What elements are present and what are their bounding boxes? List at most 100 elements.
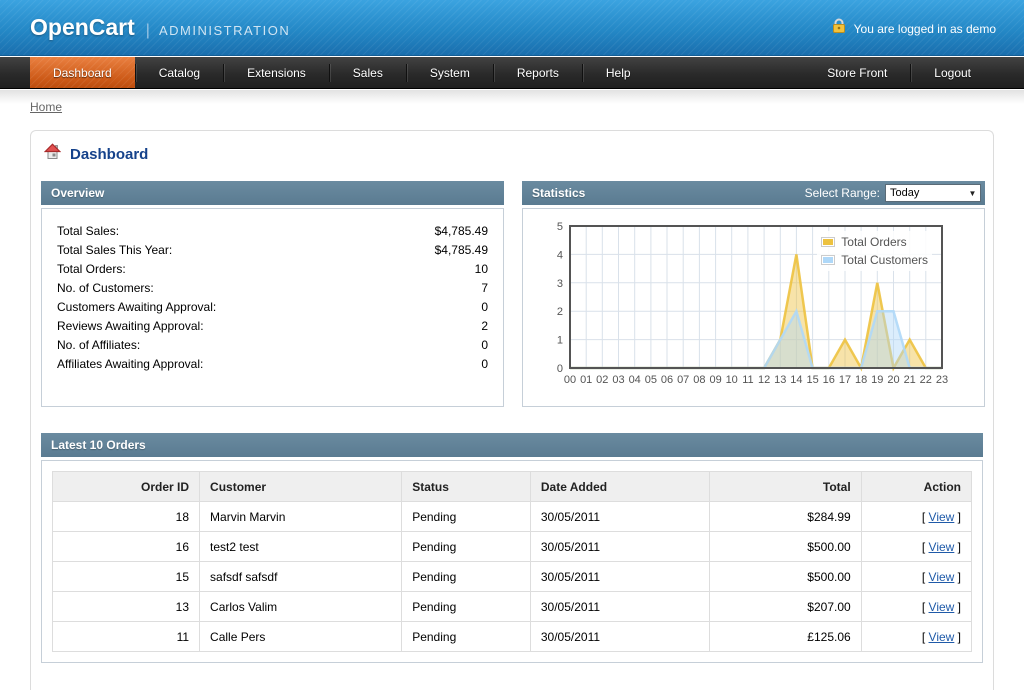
cell-order-id: 13 <box>53 592 200 622</box>
overview-row-label: Total Orders: <box>57 260 126 279</box>
nav-item-system[interactable]: System <box>407 57 493 88</box>
cell-order-id: 18 <box>53 502 200 532</box>
svg-text:2: 2 <box>557 306 563 318</box>
padlock-icon <box>831 18 847 39</box>
select-range-control: Select Range: Today ▼ <box>805 184 985 202</box>
logo-text: OpenCart <box>30 14 135 41</box>
statistics-title: Statistics <box>522 186 585 200</box>
cell-customer: Marvin Marvin <box>200 502 402 532</box>
legend-swatch <box>821 237 835 247</box>
breadcrumb-home-link[interactable]: Home <box>30 100 62 114</box>
nav-item-sales[interactable]: Sales <box>330 57 406 88</box>
latest-orders-panel: Latest 10 Orders Order IDCustomerStatusD… <box>41 433 983 663</box>
cell-customer: test2 test <box>200 532 402 562</box>
orders-table-header-row: Order IDCustomerStatusDate AddedTotalAct… <box>53 472 972 502</box>
cell-customer: Calle Pers <box>200 622 402 652</box>
cell-status: Pending <box>402 592 531 622</box>
view-order-link[interactable]: View <box>929 540 955 554</box>
view-order-link[interactable]: View <box>929 630 955 644</box>
chart-legend: Total OrdersTotal Customers <box>817 231 932 271</box>
overview-row-label: Customers Awaiting Approval: <box>57 298 216 317</box>
orders-table: Order IDCustomerStatusDate AddedTotalAct… <box>52 471 972 652</box>
cell-total: $207.00 <box>710 592 862 622</box>
view-order-link[interactable]: View <box>929 570 955 584</box>
svg-text:01: 01 <box>580 374 592 386</box>
overview-row-label: Affiliates Awaiting Approval: <box>57 355 203 374</box>
svg-text:4: 4 <box>557 249 563 261</box>
cell-total: $500.00 <box>710 562 862 592</box>
column-header-total: Total <box>710 472 862 502</box>
svg-text:05: 05 <box>645 374 657 386</box>
svg-text:07: 07 <box>677 374 689 386</box>
view-order-link[interactable]: View <box>929 600 955 614</box>
nav-item-dashboard[interactable]: Dashboard <box>30 57 135 88</box>
overview-row: Reviews Awaiting Approval:2 <box>42 317 503 336</box>
login-status-text: You are logged in as demo <box>854 22 996 36</box>
cell-date-added: 30/05/2011 <box>530 502 709 532</box>
legend-swatch <box>821 255 835 265</box>
overview-panel-header: Overview <box>41 181 504 205</box>
overview-row: Affiliates Awaiting Approval: 0 <box>42 355 503 374</box>
legend-item-total-customers: Total Customers <box>821 251 928 269</box>
overview-row-label: Total Sales: <box>57 222 119 241</box>
statistics-body: 0001020304050607080910111213141516171819… <box>522 208 985 407</box>
latest-orders-title: Latest 10 Orders <box>41 438 146 452</box>
range-select-dropdown[interactable]: Today ▼ <box>885 184 981 202</box>
content-container: Dashboard Overview Total Sales:$4,785.49… <box>30 130 994 690</box>
overview-panel: Overview Total Sales:$4,785.49Total Sale… <box>41 181 504 407</box>
nav-items: DashboardCatalogExtensionsSalesSystemRep… <box>30 57 654 88</box>
breadcrumb: Home <box>30 100 62 114</box>
table-row: 13Carlos ValimPending30/05/2011$207.00[ … <box>53 592 972 622</box>
nav-item-logout[interactable]: Logout <box>911 57 994 88</box>
cell-order-id: 16 <box>53 532 200 562</box>
cell-date-added: 30/05/2011 <box>530 532 709 562</box>
svg-text:12: 12 <box>758 374 770 386</box>
cell-action: [ View ] <box>861 622 971 652</box>
cell-customer: safsdf safsdf <box>200 562 402 592</box>
cell-total: £125.06 <box>710 622 862 652</box>
svg-text:3: 3 <box>557 278 563 290</box>
svg-text:00: 00 <box>564 374 576 386</box>
nav-shadow <box>0 90 1024 104</box>
overview-row: Total Sales This Year:$4,785.49 <box>42 241 503 260</box>
nav-item-reports[interactable]: Reports <box>494 57 582 88</box>
select-range-label: Select Range: <box>805 186 880 200</box>
logo-divider: | <box>146 22 150 40</box>
svg-text:16: 16 <box>823 374 835 386</box>
svg-text:18: 18 <box>855 374 867 386</box>
cell-status: Pending <box>402 502 531 532</box>
chevron-down-icon: ▼ <box>965 189 980 198</box>
nav-item-extensions[interactable]: Extensions <box>224 57 329 88</box>
svg-text:15: 15 <box>806 374 818 386</box>
column-header-action: Action <box>861 472 971 502</box>
overview-row: Total Orders: 10 <box>42 260 503 279</box>
nav-item-store-front[interactable]: Store Front <box>804 57 910 88</box>
cell-status: Pending <box>402 562 531 592</box>
statistics-panel: Statistics Select Range: Today ▼ 00 01 0 2 0… <box>522 181 985 407</box>
overview-row-label: Total Sales This Year: <box>57 241 172 260</box>
orders-table-body: 18Marvin MarvinPending30/05/2011$284.99[… <box>53 502 972 652</box>
legend-label: Total Customers <box>841 253 928 267</box>
view-order-link[interactable]: View <box>929 510 955 524</box>
table-row: 11Calle PersPending30/05/2011£125.06[ Vi… <box>53 622 972 652</box>
cell-total: $500.00 <box>710 532 862 562</box>
svg-text:09: 09 <box>709 374 721 386</box>
svg-text:13: 13 <box>774 374 786 386</box>
cell-action: [ View ] <box>861 532 971 562</box>
range-selected-value: Today <box>886 187 965 199</box>
nav-item-catalog[interactable]: Catalog <box>136 57 223 88</box>
column-header-date-added: Date Added <box>530 472 709 502</box>
overview-row-value: 0 <box>481 336 488 355</box>
svg-text:14: 14 <box>790 374 802 386</box>
svg-text:0: 0 <box>557 363 563 375</box>
overview-row-value: 7 <box>481 279 488 298</box>
overview-row-value: 0 <box>481 355 488 374</box>
overview-body: Total Sales:$4,785.49Total Sales This Ye… <box>41 208 504 407</box>
overview-row: No. of Affiliates:0 <box>42 336 503 355</box>
svg-text:22: 22 <box>920 374 932 386</box>
svg-text:04: 04 <box>629 374 641 386</box>
nav-item-help[interactable]: Help <box>583 57 654 88</box>
overview-row-value: 10 <box>475 260 488 279</box>
opencart-logo: OpenCart | ADMINISTRATION <box>30 14 290 41</box>
cell-order-id: 15 <box>53 562 200 592</box>
